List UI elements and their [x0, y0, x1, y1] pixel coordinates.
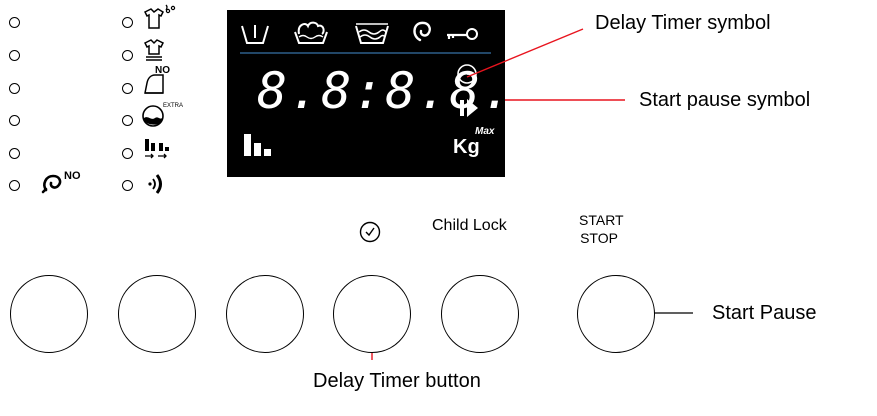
no-iron-icon: NO: [141, 65, 170, 101]
start-label: START: [579, 212, 624, 228]
annotation-delay-timer-button: Delay Timer button: [313, 370, 481, 392]
segment-digits: 8.8:8.8.: [257, 62, 514, 120]
indicator-led-left-2: [9, 50, 20, 61]
annotation-start-pause-symbol: Start pause symbol: [639, 89, 811, 111]
child-lock-button[interactable]: [441, 275, 519, 353]
prewash-icon: [241, 25, 269, 44]
indicator-led-left-3: [9, 83, 20, 94]
no-spin-icon: NO: [40, 170, 81, 201]
annotation-start-pause: Start Pause: [712, 302, 817, 324]
annotation-delay-timer-symbol: Delay Timer symbol: [595, 12, 771, 34]
spin-icon: [413, 21, 431, 42]
start-stop-label: START STOP: [579, 211, 624, 247]
button-1[interactable]: [10, 275, 88, 353]
indicator-led-mid-6: [122, 180, 133, 191]
indicator-led-mid-1: [122, 17, 133, 28]
delay-timer-button[interactable]: [333, 275, 411, 353]
extra-rinse-icon: EXTRA: [141, 103, 183, 132]
weight-kg-label: Kg Max: [453, 126, 494, 159]
extra-badge: EXTRA: [163, 103, 184, 109]
load-transfer-icon: [141, 137, 173, 168]
weight-unit: Kg: [453, 136, 480, 158]
indicator-led-mid-3: [122, 83, 133, 94]
button-2[interactable]: [118, 275, 196, 353]
delay-timer-clock-icon-label: [358, 220, 382, 249]
indicator-led-left-6: [9, 180, 20, 191]
indicator-led-mid-4: [122, 115, 133, 126]
lcd-display: 8.8:8.8. Kg Max: [227, 10, 512, 177]
wash-icon: [294, 21, 328, 44]
no-iron-badge: NO: [155, 65, 170, 76]
weight-max: Max: [475, 126, 495, 137]
start-pause-button[interactable]: [577, 275, 655, 353]
load-level-bars-icon: [244, 134, 271, 156]
steam-icon: [141, 4, 181, 35]
signal-sound-icon: [144, 172, 170, 201]
child-lock-label: Child Lock: [432, 217, 507, 234]
button-3[interactable]: [226, 275, 304, 353]
indicator-led-mid-5: [122, 148, 133, 159]
indicator-led-left-5: [9, 148, 20, 159]
child-lock-key-icon: [447, 28, 478, 40]
easy-iron-icon: [141, 37, 171, 68]
indicator-led-left-4: [9, 115, 20, 126]
indicator-led-mid-2: [122, 50, 133, 61]
indicator-led-left-1: [9, 17, 20, 28]
no-spin-badge: NO: [64, 170, 81, 182]
rinse-icon: [355, 23, 389, 44]
stop-label: STOP: [580, 230, 618, 246]
